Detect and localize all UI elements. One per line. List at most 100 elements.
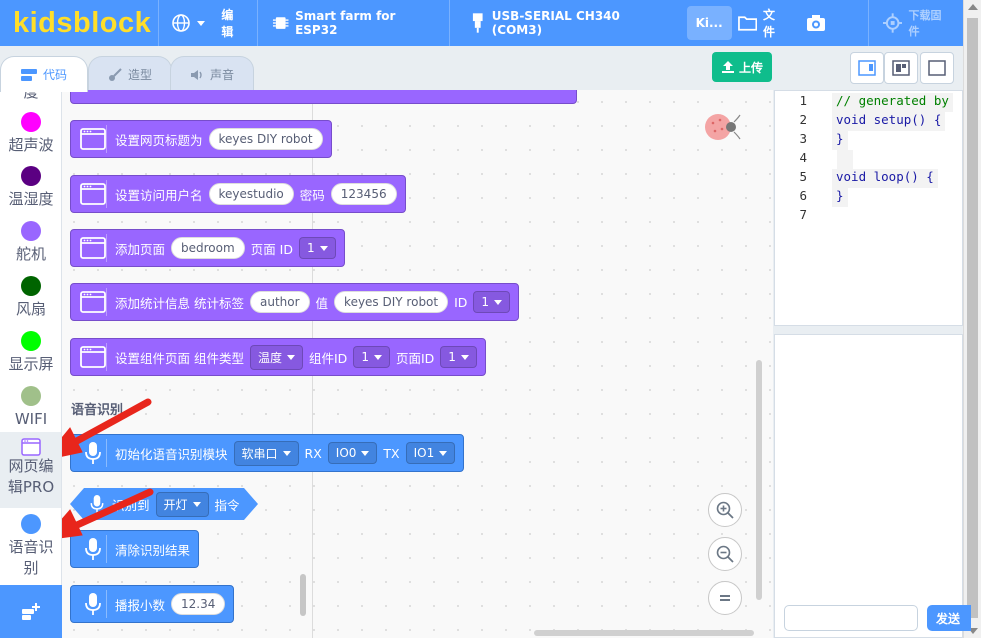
language-menu[interactable] <box>159 0 217 46</box>
stat-tag-input[interactable]: author <box>249 291 310 313</box>
dropdown-value: 温度 <box>257 350 282 365</box>
zoom-in-button[interactable] <box>708 493 742 527</box>
widget-type-dropdown[interactable]: 温度 <box>249 344 303 370</box>
category-label: 舵机 <box>15 245 46 263</box>
app-logo[interactable]: kidsblock <box>13 7 158 40</box>
edit-menu[interactable]: 编辑 <box>217 0 256 46</box>
code-text: // generated by <box>832 93 953 112</box>
window-scrollbar[interactable] <box>963 0 981 638</box>
line-number: 2 <box>799 112 807 127</box>
workspace-vertical-scrollbar[interactable] <box>756 360 762 600</box>
line-number: 7 <box>799 207 807 222</box>
flyout-scrollbar[interactable] <box>300 574 306 616</box>
tab-sound[interactable]: 声音 <box>170 56 254 92</box>
stat-value-input[interactable]: keyes DIY robot <box>334 291 449 313</box>
code-line: 5 void loop() { <box>775 169 962 188</box>
device-menu[interactable]: Smart farm for ESP32 <box>258 0 450 46</box>
camera-icon <box>807 14 826 31</box>
category-dot <box>21 221 41 241</box>
page-id-dropdown[interactable]: 1 <box>440 346 477 368</box>
category-dot <box>21 112 41 132</box>
layout-full-button[interactable] <box>920 52 954 84</box>
folder-icon <box>737 16 757 31</box>
dropdown-value: 1 <box>361 350 369 364</box>
download-firmware-button[interactable]: 下载固件 <box>869 0 963 46</box>
zoom-out-button[interactable] <box>708 537 742 571</box>
dropdown-value: 1 <box>481 295 490 309</box>
rx-pin-dropdown[interactable]: IO0 <box>327 442 378 464</box>
code-line: 2 void setup() { <box>775 112 962 131</box>
category-web-editor-pro[interactable]: 网页编辑PRO <box>0 432 61 508</box>
line-number: 4 <box>799 150 807 165</box>
category-fan[interactable]: 风扇 <box>0 276 61 320</box>
add-extension-icon <box>22 602 40 620</box>
code-preview-panel[interactable]: 1 // generated by 2 void setup() { 3} 4 5 v… <box>774 90 963 326</box>
category-label: WIFI <box>14 410 48 428</box>
ladybug-sprite-icon[interactable] <box>700 110 744 144</box>
code-line: 6} <box>775 188 962 207</box>
block-text: 组件ID <box>309 350 348 366</box>
upload-label: 上传 <box>738 60 763 75</box>
chevron-down-icon <box>361 450 370 456</box>
category-dot <box>21 386 41 406</box>
chevron-down-icon <box>282 450 291 456</box>
code-line: 1 // generated by <box>775 93 962 112</box>
kit-menu[interactable]: Ki... <box>686 6 732 40</box>
serial-send-button[interactable]: 发送 <box>927 605 971 631</box>
device-name: Smart farm for ESP32 <box>295 9 396 37</box>
category-ultrasonic[interactable]: 超声波 <box>0 112 61 156</box>
category-label: 语音识别 <box>8 538 54 577</box>
category-temp-humidity[interactable]: 温湿度 <box>0 166 61 210</box>
dropdown-value: 1 <box>448 350 456 364</box>
code-workspace[interactable]: 设置网页标题为 keyes DIY robot 设置访问用户名 keyestud… <box>62 90 773 638</box>
code-text: } <box>832 188 848 207</box>
page-id-dropdown[interactable]: 1 <box>298 237 336 259</box>
layout-full-icon <box>928 60 946 76</box>
block-text: 页面ID <box>395 350 435 366</box>
add-extension-button[interactable] <box>0 585 62 638</box>
block-text: TX <box>383 445 400 461</box>
port-menu[interactable]: USB-SERIAL CH340 (COM3) <box>450 0 680 46</box>
category-voice-recognition[interactable]: 语音识别 <box>0 514 61 579</box>
web-page-icon <box>21 438 41 456</box>
workspace-horizontal-scrollbar[interactable] <box>534 630 754 636</box>
block-text: RX <box>304 445 322 461</box>
upload-icon <box>721 61 734 73</box>
password-input[interactable]: 123456 <box>330 183 397 205</box>
code-line: 3} <box>775 131 962 150</box>
category-sidebar: 度 超声波 温湿度 舵机 风扇 显示屏 WIFI 网页编辑PRO 语音识别 <box>0 90 62 638</box>
layout-code-panel-button[interactable] <box>850 52 884 84</box>
layout-split-icon <box>892 60 910 76</box>
menu-bar: kidsblock 编辑 Smart farm for ESP32 USB-SE… <box>0 0 963 46</box>
category-servo[interactable]: 舵机 <box>0 221 61 265</box>
category-label: 风扇 <box>15 300 46 318</box>
tab-code-label: 代码 <box>42 68 67 82</box>
tab-costume[interactable]: 造型 <box>88 56 172 92</box>
serial-send-input[interactable] <box>784 605 918 631</box>
category-label: 显示屏 <box>8 355 54 373</box>
firmware-gear-icon <box>883 13 903 33</box>
serial-monitor-panel: 发送 <box>774 334 971 638</box>
file-menu[interactable]: 文件 <box>737 0 798 46</box>
speaker-icon <box>190 69 202 80</box>
zoom-reset-button[interactable] <box>708 581 742 615</box>
tab-code[interactable]: 代码 <box>0 56 88 92</box>
upload-button[interactable]: 上传 <box>712 52 772 82</box>
category-display[interactable]: 显示屏 <box>0 331 61 375</box>
kit-label: Ki... <box>695 16 723 30</box>
category-dot <box>21 331 41 351</box>
code-line: 7 <box>775 207 962 226</box>
category-wifi[interactable]: WIFI <box>0 386 61 430</box>
red-arrow-annotation <box>62 398 154 539</box>
scrollbar-thumb[interactable] <box>967 18 978 618</box>
category-dot <box>21 166 41 186</box>
screenshot-button[interactable] <box>798 0 838 46</box>
widget-id-dropdown[interactable]: 1 <box>353 346 390 368</box>
layout-split-button[interactable] <box>884 52 918 84</box>
scroll-up-arrow-icon[interactable] <box>968 4 978 10</box>
tx-pin-dropdown[interactable]: IO1 <box>405 442 456 464</box>
chevron-down-icon <box>494 299 503 305</box>
category-dot <box>21 276 41 296</box>
stat-id-dropdown[interactable]: 1 <box>473 291 511 313</box>
dropdown-value: 1 <box>306 241 315 255</box>
